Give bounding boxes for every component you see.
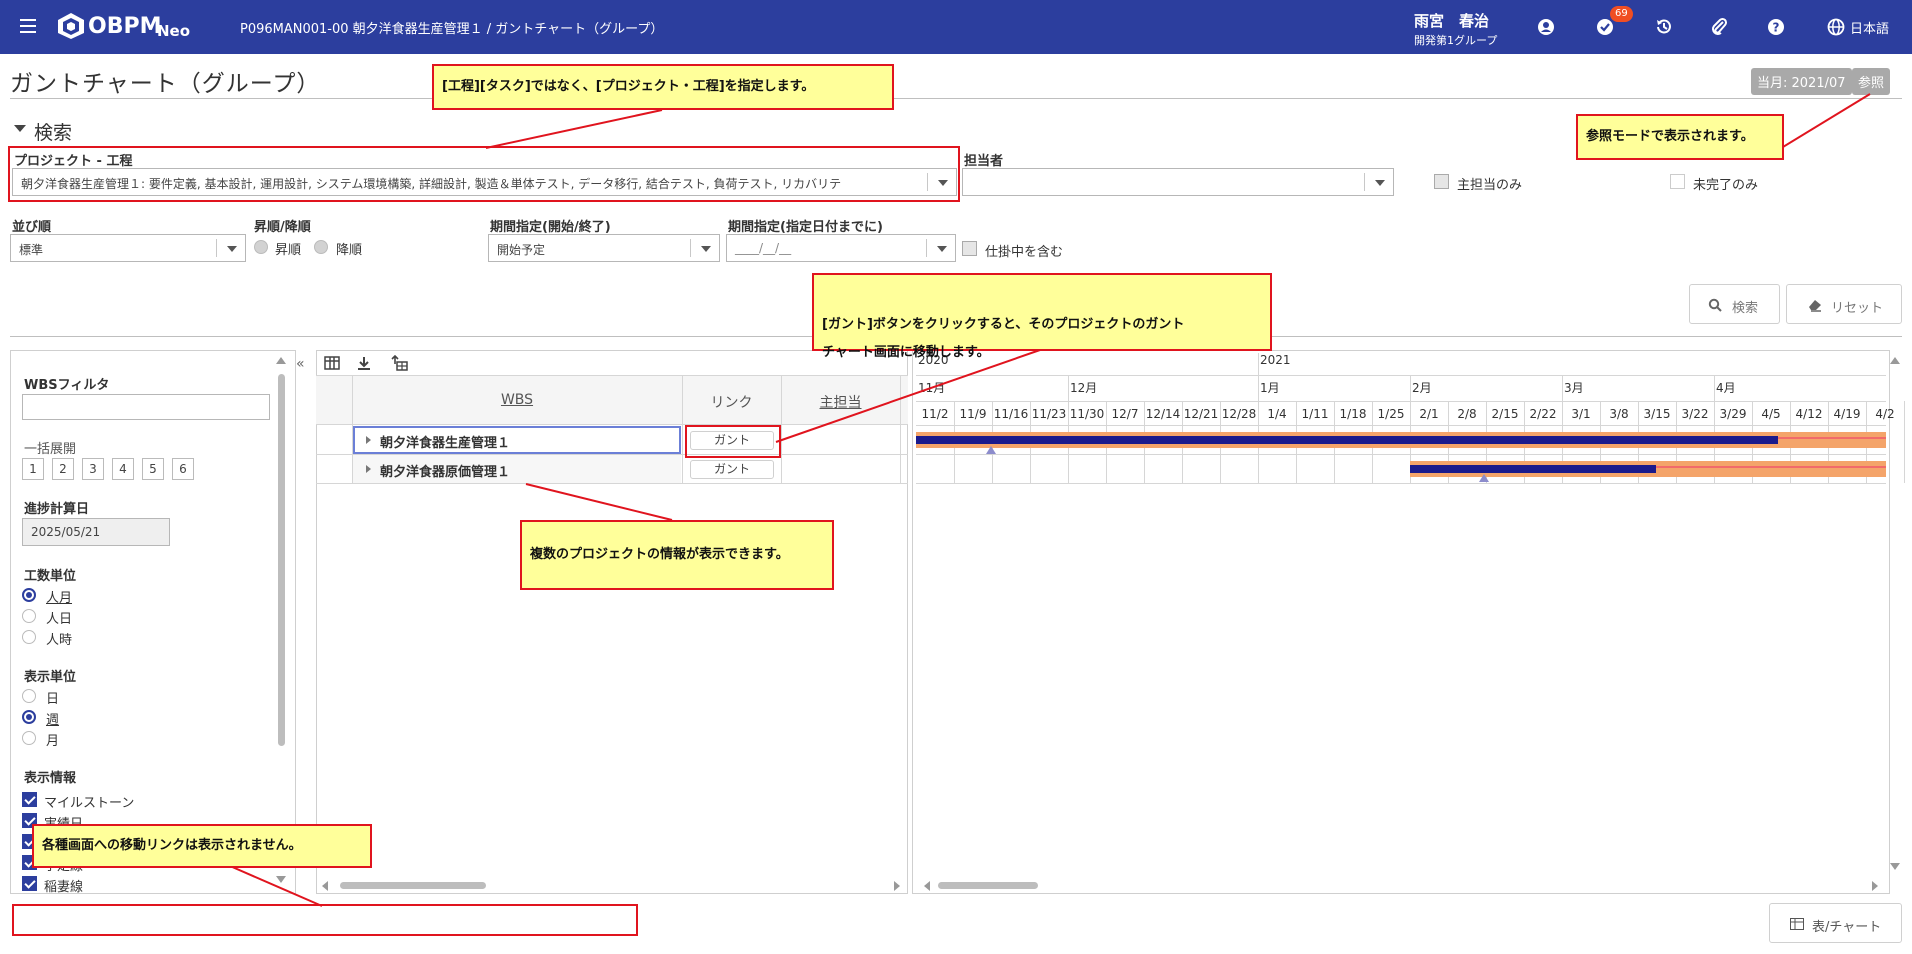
callout-ref-mode: 参照モードで表示されます。 (1576, 114, 1784, 160)
callout-no-links: 各種画面への移動リンクは表示されません。 (32, 824, 372, 868)
callout-multi-project: 複数のプロジェクトの情報が表示できます。 (520, 520, 834, 590)
callout-multi-project-text: 複数のプロジェクトの情報が表示できます。 (530, 547, 789, 562)
callout-project-spec: [工程][タスク]ではなく、[プロジェクト・工程]を指定します。 (432, 64, 894, 110)
callout-no-links-text: 各種画面への移動リンクは表示されません。 (42, 838, 302, 853)
project-select-highlight (8, 146, 960, 202)
footer-links-highlight (12, 904, 638, 936)
gantt-button-highlight (685, 425, 781, 458)
callout-gantt-button: [ガント]ボタンをクリックすると、そのプロジェクトのガント チャート画面に移動し… (812, 273, 1272, 360)
callout-project-spec-text: [工程][タスク]ではなく、[プロジェクト・工程]を指定します。 (442, 79, 815, 94)
callout-ref-mode-text: 参照モードで表示されます。 (1586, 129, 1754, 144)
